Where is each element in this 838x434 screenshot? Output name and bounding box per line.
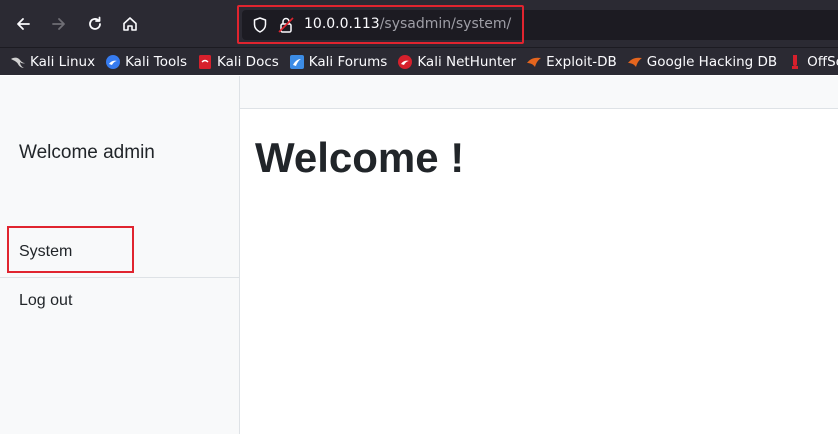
bookmark-kali-linux[interactable]: Kali Linux — [10, 54, 95, 70]
bookmark-kali-tools[interactable]: Kali Tools — [105, 54, 187, 70]
url-highlight-box — [237, 5, 524, 44]
bookmark-google-hacking-db[interactable]: Google Hacking DB — [627, 54, 777, 70]
google-hacking-db-icon — [627, 57, 642, 67]
kali-tools-icon — [106, 54, 121, 69]
sidebar: Welcome admin System Log out — [0, 76, 240, 434]
offsec-icon — [792, 54, 799, 69]
sidebar-divider — [0, 277, 240, 278]
main-header-bar — [240, 76, 838, 109]
reload-button[interactable] — [83, 12, 107, 36]
kali-nethunter-icon — [398, 54, 413, 69]
kali-forums-icon — [289, 54, 304, 69]
home-button[interactable] — [118, 12, 142, 36]
bookmark-label: Kali NetHunter — [417, 53, 517, 70]
bookmark-exploit-db[interactable]: Exploit-DB — [526, 54, 617, 70]
reload-icon — [89, 16, 101, 30]
bookmark-label: OffSec — [807, 53, 838, 70]
bookmark-label: Kali Linux — [30, 53, 96, 70]
browser-toolbar: 10.0.0.113/sysadmin/system/ — [0, 0, 838, 47]
forward-arrow-icon — [52, 18, 65, 30]
back-button[interactable] — [11, 12, 35, 36]
bookmark-label: Google Hacking DB — [646, 53, 778, 70]
bookmark-label: Exploit-DB — [546, 53, 617, 70]
page-title: Welcome ! — [255, 134, 465, 181]
welcome-user-text: Welcome admin — [19, 142, 155, 163]
system-highlight-box — [7, 226, 134, 273]
bookmark-kali-nethunter[interactable]: Kali NetHunter — [397, 54, 516, 70]
back-arrow-icon — [17, 18, 30, 30]
forward-button[interactable] — [47, 12, 71, 36]
bookmark-kali-forums[interactable]: Kali Forums — [289, 53, 388, 70]
bookmarks-bar: Kali Linux Kali Tools Kali Docs Kali For… — [0, 47, 838, 75]
kali-docs-icon — [199, 54, 211, 69]
bookmark-kali-docs[interactable]: Kali Docs — [197, 54, 279, 70]
bookmark-offsec[interactable]: OffSec — [787, 54, 838, 70]
bookmark-label: Kali Docs — [217, 53, 279, 70]
exploit-db-icon — [527, 57, 542, 67]
home-icon — [123, 17, 137, 31]
kali-dragon-icon — [11, 57, 25, 68]
bookmark-label: Kali Forums — [308, 53, 388, 70]
bookmark-label: Kali Tools — [125, 53, 187, 70]
sidebar-link-logout[interactable]: Log out — [19, 292, 72, 310]
